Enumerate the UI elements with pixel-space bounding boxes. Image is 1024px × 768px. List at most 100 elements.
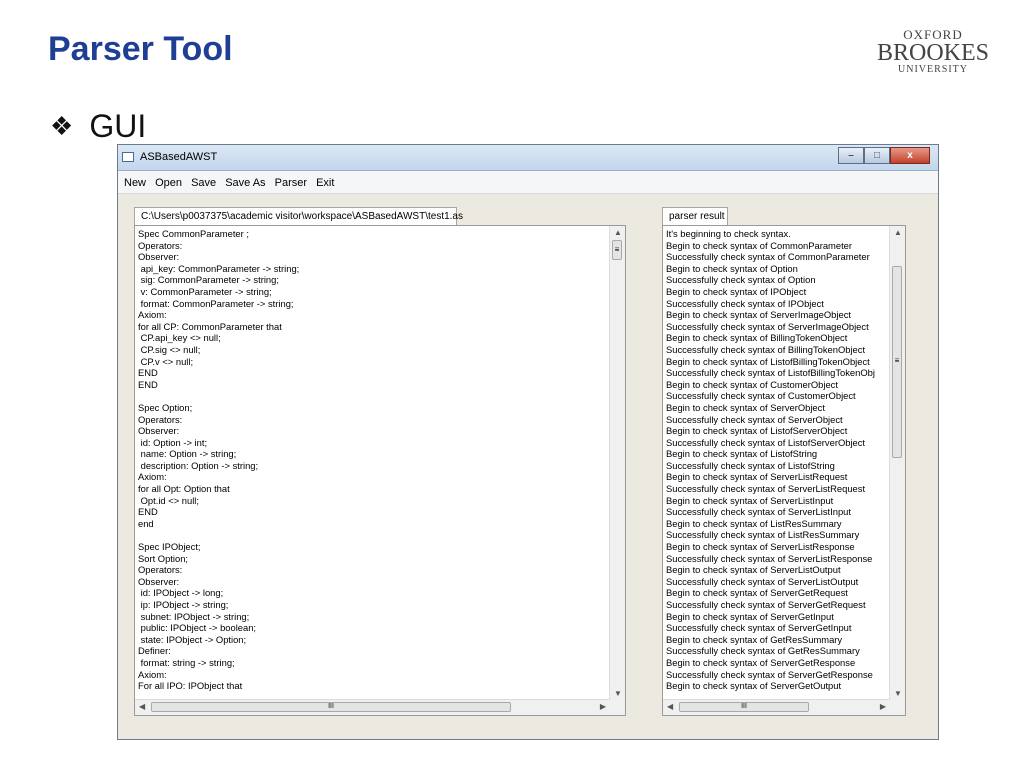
- result-line: Successfully check syntax of ListofBilli…: [666, 367, 875, 379]
- result-line: Successfully check syntax of IPObject: [666, 297, 824, 309]
- result-text[interactable]: It's beginning to check syntax. Begin to …: [666, 228, 875, 692]
- scroll-corner: [890, 700, 905, 715]
- window-controls: – □ x: [838, 147, 930, 164]
- result-line: Begin to check syntax of ListofBillingTo…: [666, 355, 870, 367]
- result-line: Successfully check syntax of ListofServe…: [666, 436, 866, 448]
- tab-editor-file[interactable]: C:\Users\p0037375\academic visitor\works…: [134, 207, 463, 225]
- result-line: Begin to check syntax of GetResSummary: [666, 633, 843, 645]
- title-bar[interactable]: ASBasedAWST – □ x: [118, 145, 938, 171]
- result-line: Begin to check syntax of ServerGetRespon…: [666, 656, 856, 668]
- scroll-right-icon[interactable]: ▶: [600, 702, 606, 711]
- menu-save[interactable]: Save: [191, 177, 216, 189]
- result-line: Begin to check syntax of CommonParameter: [666, 239, 853, 251]
- scroll-down-icon[interactable]: ▼: [614, 689, 622, 698]
- result-line: Begin to check syntax of ServerListReque…: [666, 471, 848, 483]
- result-line: Begin to check syntax of ServerGetOutput: [666, 680, 842, 692]
- result-line: Successfully check syntax of ServerGetIn…: [666, 622, 852, 634]
- bullet-item: ❖ GUI: [50, 108, 146, 145]
- minimize-button[interactable]: –: [838, 147, 864, 164]
- editor-line: CP.v <> null;: [138, 355, 194, 367]
- tab-parser-result[interactable]: parser result: [662, 207, 728, 225]
- result-line: Begin to check syntax of Option: [666, 262, 798, 274]
- menu-new[interactable]: New: [124, 177, 146, 189]
- scroll-left-icon[interactable]: ◀: [667, 702, 673, 711]
- result-line: Begin to check syntax of CustomerObject: [666, 378, 838, 390]
- editor-line: Operators:: [138, 564, 183, 576]
- editor-line: api_key: CommonParameter -> string;: [138, 262, 300, 274]
- close-icon: x: [907, 150, 913, 161]
- result-line: Successfully check syntax of GetResSumma…: [666, 645, 860, 657]
- editor-line: Definer:: [138, 645, 171, 657]
- menu-open[interactable]: Open: [155, 177, 182, 189]
- editor-horizontal-scrollbar[interactable]: ◀ III ▶: [135, 699, 610, 715]
- maximize-icon: □: [873, 150, 881, 161]
- editor-line: END: [138, 367, 158, 379]
- editor-line: CP.sig <> null;: [138, 343, 201, 355]
- result-line: Successfully check syntax of BillingToke…: [666, 343, 866, 355]
- editor-line: subnet: IPObject -> string;: [138, 610, 250, 622]
- bullet-text: GUI: [89, 108, 147, 144]
- editor-line: end: [138, 517, 154, 529]
- editor-line: for all Opt: Option that: [138, 483, 230, 495]
- app-icon[interactable]: [122, 152, 134, 162]
- result-line: Successfully check syntax of CommonParam…: [666, 251, 870, 263]
- result-line: Successfully check syntax of Option: [666, 274, 816, 286]
- app-window: ASBasedAWST – □ x New Open Save Save As …: [117, 144, 939, 740]
- logo-line-2: BROOKES: [876, 40, 990, 66]
- grip-icon: ≡: [894, 356, 900, 365]
- editor-line: public: IPObject -> boolean;: [138, 622, 257, 634]
- scroll-up-icon[interactable]: ▲: [894, 228, 902, 237]
- scroll-up-icon[interactable]: ▲: [614, 228, 622, 237]
- scroll-left-icon[interactable]: ◀: [139, 702, 145, 711]
- result-horizontal-scrollbar[interactable]: ◀ III ▶: [663, 699, 890, 715]
- editor-line: format: CommonParameter -> string;: [138, 297, 294, 309]
- slide-title: Parser Tool: [48, 30, 233, 68]
- grip-icon: ≡: [614, 245, 620, 254]
- result-line: Begin to check syntax of BillingTokenObj…: [666, 332, 848, 344]
- result-vertical-scrollbar[interactable]: ▲ ≡ ▼: [889, 226, 905, 700]
- result-line: Successfully check syntax of ListResSumm…: [666, 529, 860, 541]
- result-line: Successfully check syntax of CustomerObj…: [666, 390, 856, 402]
- result-line: Successfully check syntax of ServerGetRe…: [666, 668, 873, 680]
- editor-vertical-scrollbar[interactable]: ▲ ≡ ▼: [609, 226, 625, 700]
- editor-line: Sort Option;: [138, 552, 189, 564]
- result-line: Begin to check syntax of ServerListOutpu…: [666, 564, 841, 576]
- close-button[interactable]: x: [890, 147, 930, 164]
- editor-vscroll-thumb[interactable]: ≡: [612, 240, 622, 260]
- editor-line: for all CP: CommonParameter that: [138, 320, 282, 332]
- university-logo: OXFORD BROOKES UNIVERSITY: [868, 28, 998, 76]
- editor-line: For all IPO: IPObject that: [138, 680, 243, 692]
- editor-line: Observer:: [138, 251, 180, 263]
- editor-line: description: Option -> string;: [138, 459, 259, 471]
- window-title: ASBasedAWST: [140, 151, 218, 163]
- editor-line: format: string -> string;: [138, 656, 235, 668]
- editor-line: Opt.id <> null;: [138, 494, 199, 506]
- editor-line: Spec CommonParameter ;: [138, 228, 249, 239]
- editor-hscroll-thumb[interactable]: III: [151, 702, 511, 712]
- editor-line: id: Option -> int;: [138, 436, 208, 448]
- scroll-corner: [610, 700, 625, 715]
- editor-text[interactable]: Spec CommonParameter ; Operators: Observer…: [138, 228, 299, 692]
- result-line: Begin to check syntax of ServerListRespo…: [666, 541, 855, 553]
- editor-line: Observer:: [138, 425, 180, 437]
- editor-line: Spec Option;: [138, 401, 193, 413]
- menu-bar: New Open Save Save As Parser Exit: [118, 171, 938, 194]
- editor-line: ip: IPObject -> string;: [138, 599, 229, 610]
- menu-parser[interactable]: Parser: [275, 177, 307, 189]
- grip-icon: III: [328, 703, 334, 710]
- maximize-button[interactable]: □: [864, 147, 890, 164]
- scroll-down-icon[interactable]: ▼: [894, 689, 902, 698]
- scroll-right-icon[interactable]: ▶: [880, 702, 886, 711]
- result-panel[interactable]: It's beginning to check syntax. Begin to …: [662, 225, 906, 716]
- menu-exit[interactable]: Exit: [316, 177, 334, 189]
- editor-line: Axiom:: [138, 668, 167, 680]
- result-vscroll-thumb[interactable]: ≡: [892, 266, 902, 458]
- result-hscroll-thumb[interactable]: III: [679, 702, 809, 712]
- result-line: Begin to check syntax of ServerGetReques…: [666, 587, 848, 599]
- editor-panel[interactable]: Spec CommonParameter ; Operators: Observer…: [134, 225, 626, 716]
- menu-save-as[interactable]: Save As: [225, 177, 265, 189]
- editor-line: Observer:: [138, 575, 180, 587]
- editor-line: sig: CommonParameter -> string;: [138, 274, 279, 286]
